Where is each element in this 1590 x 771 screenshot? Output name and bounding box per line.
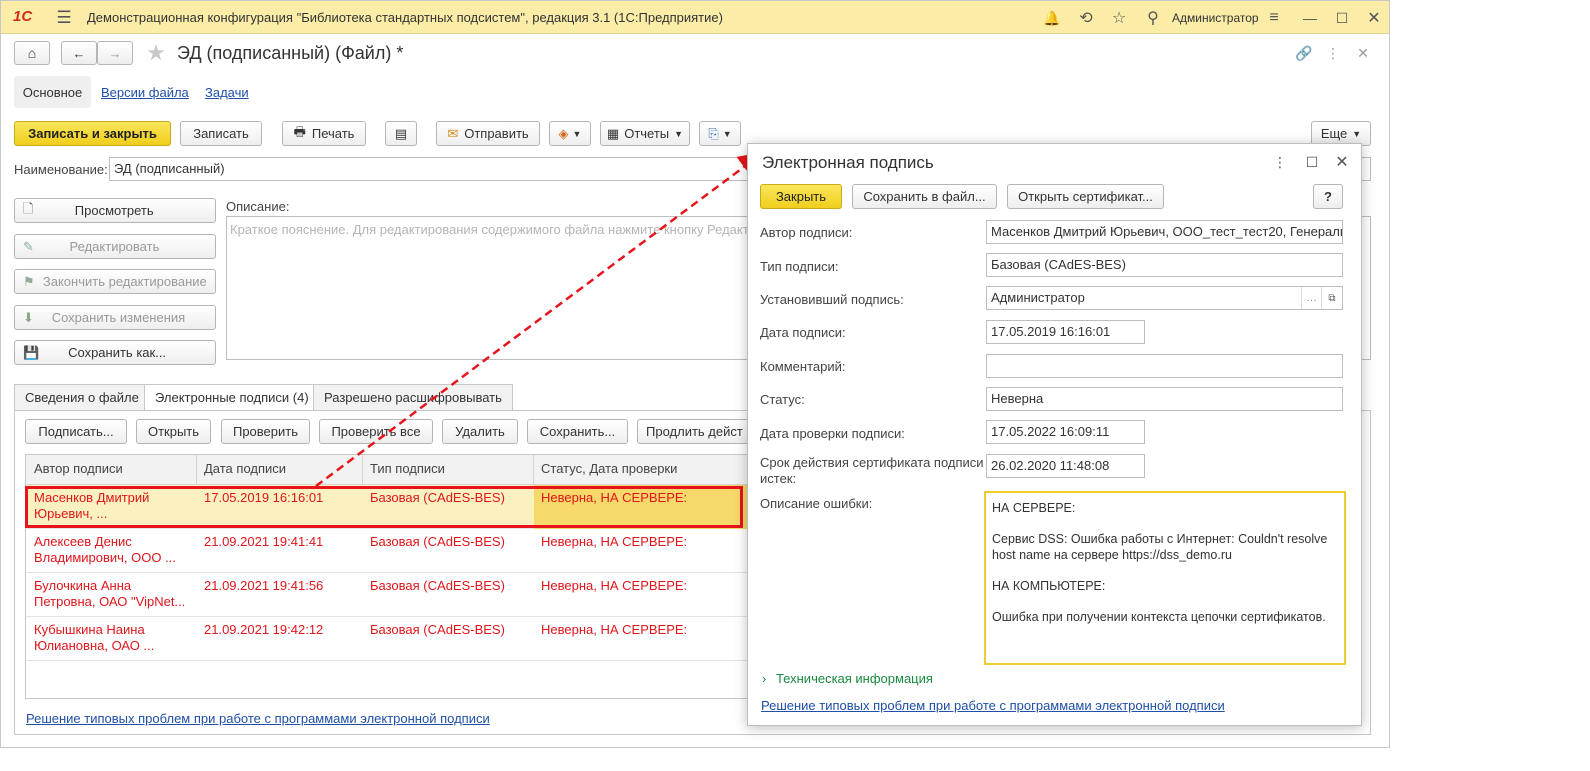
dialog-help-link[interactable]: Решение типовых проблем при работе с про…: [761, 698, 1225, 713]
installer-label: Установивший подпись:: [760, 292, 904, 307]
installer-open-button[interactable]: ⧉: [1321, 287, 1342, 309]
open-external-icon: ⧉: [1328, 292, 1336, 304]
check-date-field[interactable]: 17.05.2022 16:09:11: [986, 420, 1145, 444]
type-field[interactable]: Базовая (CAdES-BES): [986, 253, 1343, 277]
error-label: Описание ошибки:: [760, 496, 873, 511]
date-field[interactable]: 17.05.2019 16:16:01: [986, 320, 1145, 344]
error-line: НА СЕРВЕРЕ:: [992, 501, 1076, 515]
cert-expired-field[interactable]: 26.02.2020 11:48:08: [986, 454, 1145, 478]
tech-info-label: Техническая информация: [775, 671, 933, 686]
type-label: Тип подписи:: [760, 259, 839, 274]
dialog-close-button[interactable]: Закрыть: [760, 184, 842, 209]
installer-value: Администратор: [991, 290, 1085, 305]
installer-select-button[interactable]: …: [1301, 287, 1321, 309]
status-label: Статус:: [760, 392, 805, 407]
dialog-help-button[interactable]: ?: [1313, 184, 1343, 209]
dialog-more-icon[interactable]: ⋮: [1270, 152, 1290, 172]
dialog-maximize-icon[interactable]: ☐: [1302, 152, 1322, 172]
error-line: Сервис DSS: Ошибка работы с Интернет: Co…: [992, 532, 1328, 546]
error-line: host name на сервере https://dss_demo.ru: [992, 548, 1232, 562]
open-certificate-button[interactable]: Открыть сертификат...: [1007, 184, 1164, 209]
status-field[interactable]: Неверна: [986, 387, 1343, 411]
comment-label: Комментарий:: [760, 359, 846, 374]
error-line: НА КОМПЬЮТЕРЕ:: [992, 579, 1106, 593]
signature-dialog: Электронная подпись ⋮ ☐ ✕ Закрыть Сохран…: [747, 143, 1362, 726]
chevron-right-icon: ›: [762, 671, 767, 686]
cert-expired-label: Срок действия сертификата подписи истек:: [760, 455, 984, 486]
author-label: Автор подписи:: [760, 225, 853, 240]
check-date-label: Дата проверки подписи:: [760, 426, 905, 441]
dialog-close-icon[interactable]: ✕: [1332, 152, 1352, 172]
date-label: Дата подписи:: [760, 325, 846, 340]
installer-field[interactable]: Администратор: [986, 286, 1343, 310]
tech-info-toggle[interactable]: › Техническая информация: [762, 671, 933, 686]
comment-field[interactable]: [986, 354, 1343, 378]
error-line: Ошибка при получении контекста цепочки с…: [992, 610, 1326, 624]
dialog-title: Электронная подпись: [762, 153, 934, 172]
error-description-textarea[interactable]: НА СЕРВЕРЕ: Сервис DSS: Ошибка работы с …: [984, 491, 1346, 665]
author-field[interactable]: Масенков Дмитрий Юрьевич, ООО_тест_тест2…: [986, 220, 1343, 244]
save-to-file-button[interactable]: Сохранить в файл...: [852, 184, 997, 209]
